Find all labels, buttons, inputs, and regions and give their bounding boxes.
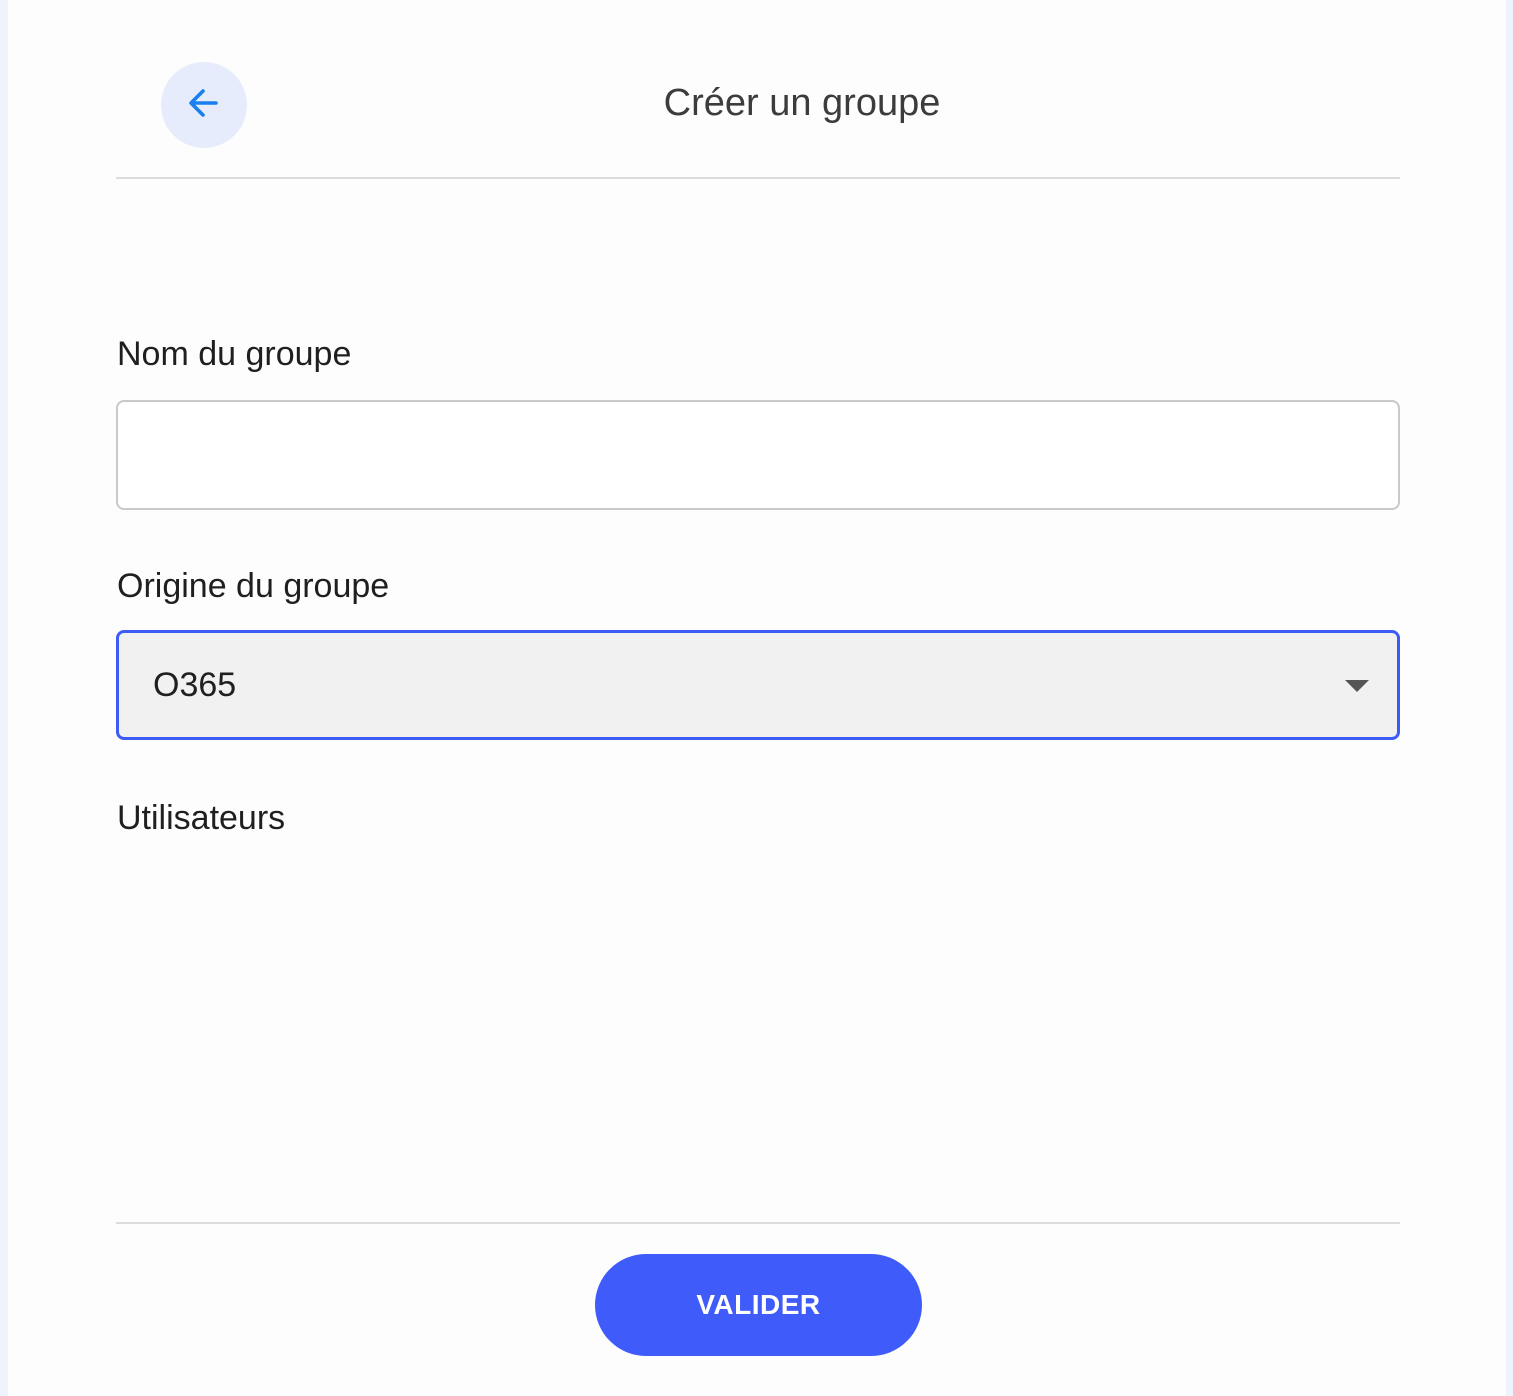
users-label: Utilisateurs	[117, 799, 286, 837]
page-title: Créer un groupe	[663, 82, 941, 124]
arrow-left-icon	[182, 81, 226, 130]
create-group-panel: Créer un groupe Nom du groupe Origine du…	[8, 0, 1506, 1396]
group-origin-label: Origine du groupe	[117, 567, 390, 605]
header-divider	[116, 177, 1400, 179]
group-name-input[interactable]	[116, 400, 1400, 510]
submit-button[interactable]: VALIDER	[595, 1254, 922, 1356]
chevron-down-icon	[1345, 680, 1369, 692]
group-origin-select[interactable]: O365	[116, 630, 1400, 740]
group-origin-selected-value: O365	[153, 666, 237, 704]
back-button[interactable]	[161, 62, 247, 148]
footer-divider	[116, 1222, 1400, 1224]
group-name-label: Nom du groupe	[117, 335, 352, 373]
